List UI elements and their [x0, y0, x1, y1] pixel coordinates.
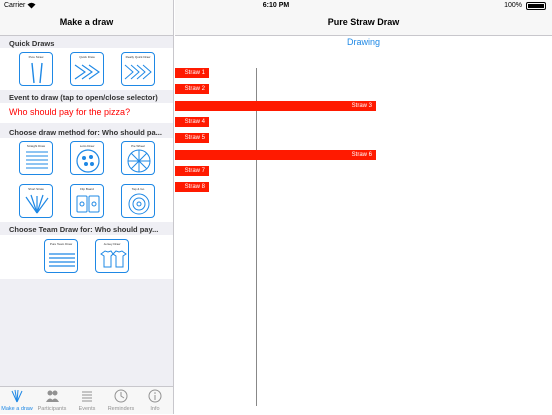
battery-percent: 100%	[504, 2, 522, 9]
straw-4: Straw 4	[175, 117, 209, 127]
target-icon	[128, 193, 150, 215]
methods-grid: Straight Draw Lotto Draw Pie Wheel Short…	[0, 138, 173, 222]
battery-icon	[526, 2, 546, 10]
clock-icon	[114, 389, 128, 403]
method-header: Choose draw method for: Who should pa...	[0, 125, 173, 139]
tab-bar: Make a draw Participants Events Reminder…	[0, 386, 173, 414]
pie-wheel-button[interactable]: Pie Wheel	[121, 141, 155, 175]
clock-time: 6:10 PM	[262, 2, 290, 9]
flip-board-button[interactable]: Flip Board	[70, 184, 104, 218]
quick-draws-row: Pure Straw Quick Draw Really Quick Draw	[0, 48, 173, 90]
straw-7: Straw 7	[175, 166, 209, 176]
straw-3: Straw 3	[175, 101, 376, 111]
team-draws-row: Pure Team Draw Jersey Draw	[0, 235, 173, 279]
left-title: Make a draw	[59, 17, 114, 27]
straw-6: Straw 6	[175, 150, 376, 160]
straw-2: Straw 2	[175, 84, 209, 94]
lotto-draw-button[interactable]: Lotto Draw	[70, 141, 104, 175]
tab-reminders[interactable]: Reminders	[104, 387, 138, 415]
tab-events[interactable]: Events	[70, 387, 104, 415]
flip-board-icon	[76, 195, 100, 213]
make-draw-panel: Make a draw Quick Draws Pure Straw Quick…	[0, 0, 174, 414]
tap-and-go-button[interactable]: Tap & Go	[121, 184, 155, 218]
right-title: Pure Straw Draw	[327, 17, 400, 27]
short-straw-button[interactable]: Short Straw	[19, 184, 53, 218]
straight-draw-button[interactable]: Straight Draw	[19, 141, 53, 175]
short-straw-icon	[25, 194, 49, 214]
pure-straw-quick-draw[interactable]: Pure Straw	[19, 52, 53, 86]
arrows-icon	[124, 64, 152, 80]
pure-team-draw-button[interactable]: Pure Team Draw	[44, 239, 78, 273]
jersey-icon	[100, 250, 127, 268]
lotto-icon	[76, 149, 100, 173]
really-quick-draw-button[interactable]: Really Quick Draw	[121, 52, 155, 86]
tab-participants[interactable]: Participants	[35, 387, 69, 415]
straws-icon	[31, 62, 43, 84]
tab-info[interactable]: Info	[138, 387, 172, 415]
team-header: Choose Team Draw for: Who should pay...	[0, 222, 173, 236]
lines-icon	[26, 151, 48, 169]
pie-wheel-icon	[127, 149, 151, 173]
list-icon	[82, 391, 92, 402]
drawing-status: Drawing	[346, 37, 380, 47]
straws-icon	[11, 389, 23, 403]
info-icon	[148, 389, 162, 403]
people-icon	[46, 390, 59, 402]
quick-draw-button[interactable]: Quick Draw	[70, 52, 104, 86]
team-list-icon	[49, 253, 75, 267]
straw-5: Straw 5	[175, 133, 209, 143]
baseline-axis	[256, 68, 257, 406]
straw-draw-panel: Pure Straw Draw Drawing Straw 1 Straw 2 St…	[175, 0, 552, 414]
event-header: Event to draw (tap to open/close selecto…	[0, 90, 173, 104]
event-value[interactable]: Who should pay for the pizza?	[9, 107, 130, 117]
straw-1: Straw 1	[175, 68, 209, 78]
jersey-draw-button[interactable]: Jersey Draw	[95, 239, 129, 273]
tab-make-a-draw[interactable]: Make a draw	[0, 387, 34, 415]
straw-8: Straw 8	[175, 182, 209, 192]
arrows-icon	[74, 64, 100, 80]
status-bar: Carrier 6:10 PM 100%	[0, 0, 552, 12]
